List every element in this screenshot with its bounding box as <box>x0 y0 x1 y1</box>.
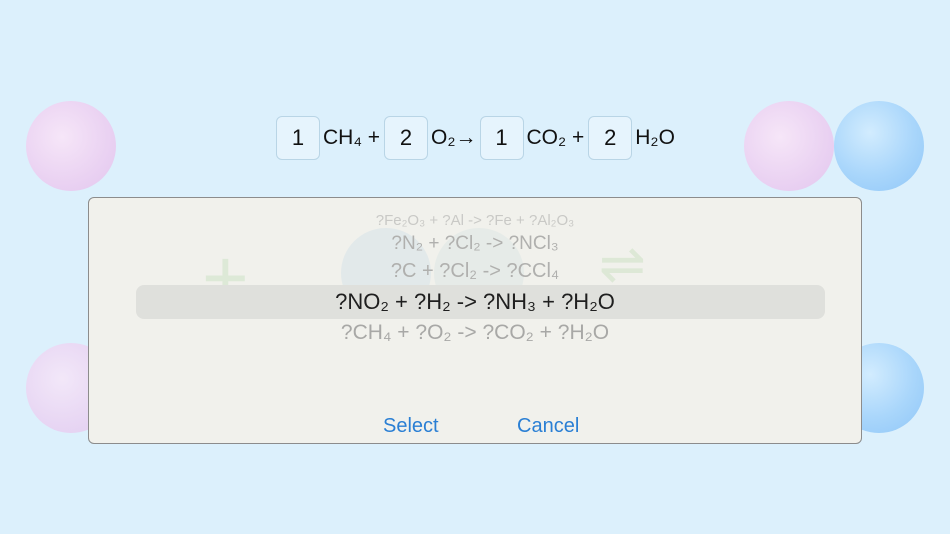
picker-option[interactable]: ?Fe₂O₃ + ?Al -> ?Fe + ?Al₂O₃ <box>89 212 861 229</box>
coefficient-box-4[interactable]: 2 <box>588 116 633 160</box>
picker-option-selected[interactable]: ?NO₂ + ?H₂ -> ?NH₃ + ?H₂O <box>89 289 861 315</box>
picker-option[interactable]: ?CH₄ + ?O₂ -> ?CO₂ + ?H₂O <box>89 321 861 345</box>
term-o2: O₂ <box>431 126 456 149</box>
select-button[interactable]: Select <box>383 415 439 438</box>
term-co2: CO₂ + <box>526 126 585 149</box>
cancel-button[interactable]: Cancel <box>517 415 579 438</box>
decorative-bubble <box>26 101 116 191</box>
picker-option[interactable]: ?N₂ + ?Cl₂ -> ?NCl₃ <box>89 233 861 255</box>
decorative-bubble <box>744 101 834 191</box>
picker-option[interactable]: ?C + ?Cl₂ -> ?CCl₄ <box>89 260 861 283</box>
equation-row: 1 CH₄ + 2 O₂ → 1 CO₂ + 2 H₂O <box>276 115 679 161</box>
decorative-bubble <box>834 101 924 191</box>
reaction-arrow-icon: → <box>455 126 477 149</box>
term-h2o: H₂O <box>635 126 675 149</box>
reaction-picker-wheel[interactable]: ?Fe₂O₃ + ?Al -> ?Fe + ?Al₂O₃ ?N₂ + ?Cl₂ … <box>89 208 861 358</box>
coefficient-box-1[interactable]: 1 <box>276 116 320 160</box>
reaction-picker-dialog: + ⇌ ?Fe₂O₃ + ?Al -> ?Fe + ?Al₂O₃ ?N₂ + ?… <box>88 197 862 444</box>
term-ch4: CH₄ + <box>323 126 381 149</box>
coefficient-box-3[interactable]: 1 <box>479 116 524 160</box>
coefficient-box-2[interactable]: 2 <box>384 116 429 160</box>
